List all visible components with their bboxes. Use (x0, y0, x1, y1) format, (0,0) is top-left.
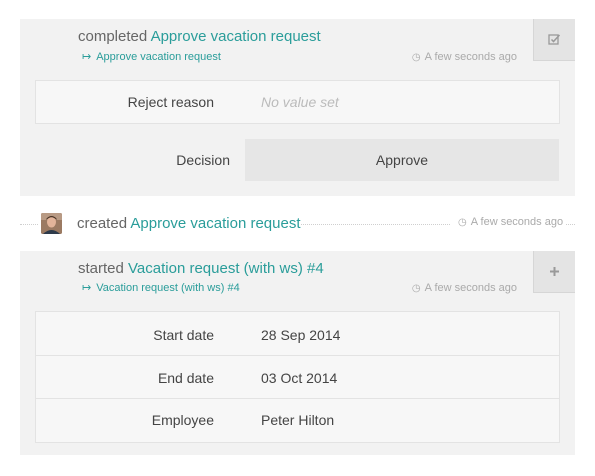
process-link[interactable]: ↦ Approve vacation request (82, 50, 221, 63)
reject-reason-row: Reject reason No value set (35, 80, 560, 124)
process-link-label: Approve vacation request (96, 51, 221, 63)
row-divider (36, 398, 559, 399)
plus-icon (550, 267, 559, 276)
timeline-divider (300, 224, 450, 225)
avatar-small (41, 213, 62, 234)
timestamp: ◷ A few seconds ago (412, 282, 517, 294)
process-variables-panel: Start date 28 Sep 2014 End date 03 Oct 2… (35, 311, 560, 443)
field-label: Reject reason (127, 94, 214, 110)
field-label: Employee (151, 412, 214, 428)
field-label: End date (157, 370, 214, 386)
clock-icon: ◷ (411, 52, 421, 63)
field-value-empty: No value set (261, 94, 339, 110)
completed-task-card: completed Approve vacation request ↦ Appr… (20, 19, 575, 196)
field-value: 28 Sep 2014 (261, 327, 341, 343)
process-instance-link[interactable]: Vacation request (with ws) #4 (128, 260, 324, 277)
field-value: Peter Hilton (261, 412, 335, 428)
approve-button[interactable]: Approve (245, 139, 559, 181)
event-action: started (78, 260, 124, 277)
check-square-icon (548, 34, 561, 45)
process-link[interactable]: ↦ Vacation request (with ws) #4 (82, 281, 240, 294)
forward-arrow-icon: ↦ (82, 282, 92, 294)
timestamp-label: A few seconds ago (424, 282, 517, 294)
clock-icon: ◷ (411, 283, 421, 294)
task-link[interactable]: Approve vacation request (130, 215, 300, 232)
timestamp: ◷ A few seconds ago (457, 216, 565, 228)
task-link[interactable]: Approve vacation request (151, 28, 321, 45)
timestamp-label: A few seconds ago (470, 216, 564, 228)
clock-icon: ◷ (458, 217, 467, 228)
timeline-divider (566, 224, 575, 225)
row-divider (36, 355, 559, 356)
timeline-divider (20, 224, 38, 225)
event-action: created (77, 215, 128, 232)
event-headline: completed Approve vacation request (78, 28, 321, 45)
created-event-text: created Approve vacation request (77, 215, 301, 232)
event-action: completed (78, 28, 148, 45)
field-value: 03 Oct 2014 (261, 370, 338, 386)
timestamp-label: A few seconds ago (424, 51, 517, 63)
forward-arrow-icon: ↦ (82, 51, 92, 63)
decision-label: Decision (176, 152, 230, 168)
process-link-label: Vacation request (with ws) #4 (96, 282, 240, 294)
field-label: Start date (153, 327, 214, 343)
complete-task-button[interactable] (533, 19, 575, 61)
expand-button[interactable] (533, 251, 575, 293)
event-headline: started Vacation request (with ws) #4 (78, 260, 324, 277)
started-process-card: started Vacation request (with ws) #4 ↦ V… (20, 251, 575, 455)
timestamp: ◷ A few seconds ago (412, 51, 517, 63)
